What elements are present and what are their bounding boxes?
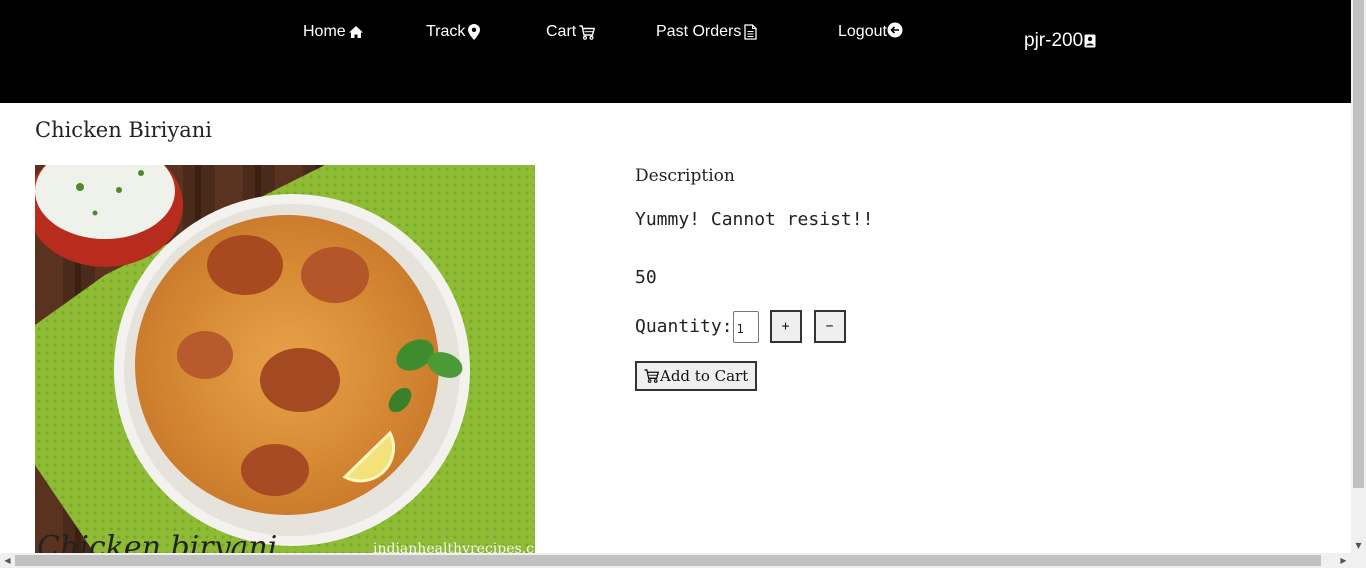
user-badge-icon — [1084, 34, 1096, 48]
vertical-scrollbar[interactable]: ▼ — [1351, 0, 1366, 553]
nav-logout-link[interactable]: Logout — [838, 22, 903, 42]
nav-past-orders-link[interactable]: Past Orders — [656, 22, 758, 42]
nav-home-link[interactable]: Home — [303, 22, 363, 42]
quantity-row: Quantity: 1 + − — [635, 310, 846, 343]
product-image: Chicken biryani indianhealthyrecipes.com — [35, 165, 535, 554]
nav-track-link[interactable]: Track — [426, 22, 481, 42]
nav-home-label: Home — [303, 23, 346, 40]
home-icon — [348, 25, 363, 38]
description-text: Yummy! Cannot resist!! — [635, 209, 874, 230]
logout-icon — [887, 22, 903, 38]
plus-label: + — [781, 319, 790, 334]
nav-track-label: Track — [426, 23, 466, 40]
cart-icon — [579, 24, 596, 40]
quantity-increase-button[interactable]: + — [769, 310, 802, 343]
image-caption-text: Chicken biryani — [37, 530, 277, 554]
nav-cart-link[interactable]: Cart — [546, 22, 596, 42]
description-heading: Description — [635, 166, 735, 186]
minus-label: − — [825, 319, 834, 334]
scroll-left-arrow-icon[interactable]: ◀ — [0, 553, 15, 568]
quantity-value: 1 — [736, 321, 744, 336]
username-label: pjr-200 — [1024, 30, 1084, 51]
quantity-input[interactable]: 1 — [732, 310, 759, 343]
nav-cart-label: Cart — [546, 23, 577, 40]
nav-past-orders-label: Past Orders — [656, 23, 742, 40]
price-value: 50 — [635, 267, 657, 288]
nav-logout-label: Logout — [838, 23, 887, 40]
product-title: Chicken Biriyani — [35, 118, 212, 142]
document-icon — [744, 24, 758, 40]
top-navbar: Home Track Cart Past Orders Logout pjr-2… — [0, 0, 1351, 103]
vertical-scroll-thumb[interactable] — [1353, 0, 1364, 488]
user-profile[interactable]: pjr-200 — [1024, 30, 1096, 52]
quantity-decrease-button[interactable]: − — [813, 310, 846, 343]
horizontal-scrollbar[interactable]: ◀ ▶ — [0, 553, 1366, 568]
scroll-right-arrow-icon[interactable]: ▶ — [1336, 553, 1351, 568]
map-pin-icon — [468, 24, 481, 40]
add-to-cart-label: Add to Cart — [660, 367, 749, 385]
scroll-down-arrow-icon[interactable]: ▼ — [1351, 538, 1366, 553]
quantity-label: Quantity: — [635, 316, 733, 337]
add-to-cart-button[interactable]: Add to Cart — [635, 361, 758, 391]
cart-icon — [644, 369, 659, 383]
horizontal-scroll-thumb[interactable] — [15, 555, 1321, 566]
